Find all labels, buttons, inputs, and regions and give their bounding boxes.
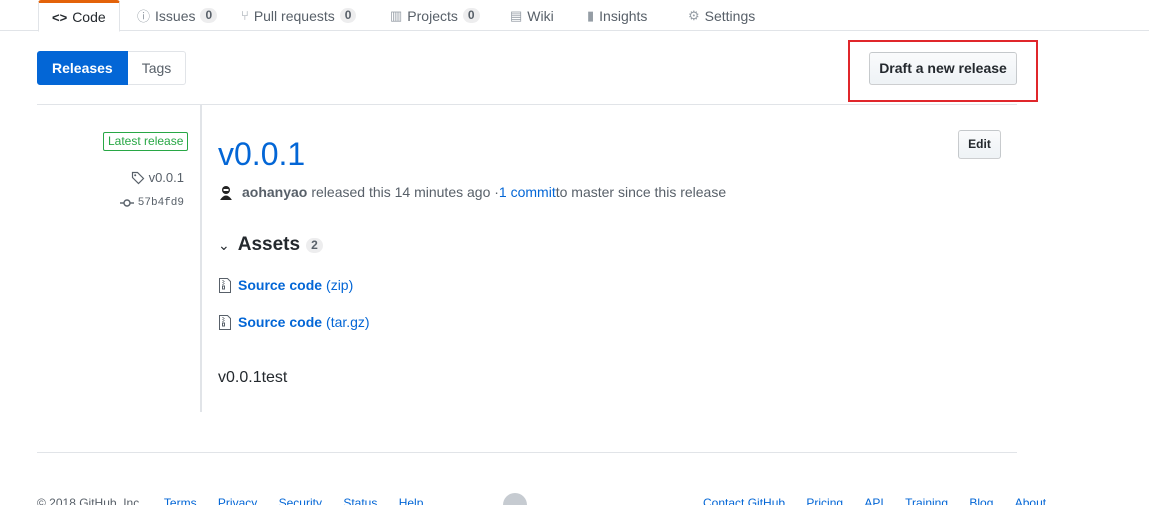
footer-link-pricing[interactable]: Pricing xyxy=(806,496,843,505)
footer-link-security[interactable]: Security xyxy=(279,496,322,505)
tab-issues[interactable]: ⓘ Issues 0 xyxy=(137,0,218,31)
file-zip-icon xyxy=(219,277,231,293)
book-icon: ▤ xyxy=(510,7,523,23)
commits-link[interactable]: 1 commit xyxy=(499,184,556,200)
tab-insights[interactable]: ▮ Insights xyxy=(587,0,647,31)
projects-counter: 0 xyxy=(462,8,480,23)
release-tag[interactable]: v0.0.1 xyxy=(131,170,184,185)
asset-source-zip[interactable]: Source code (zip) xyxy=(219,277,353,293)
tab-code[interactable]: <> Code xyxy=(38,0,120,32)
issues-counter: 0 xyxy=(200,8,218,23)
assets-toggle[interactable]: ⌄ Assets 2 xyxy=(218,234,323,256)
footer-link-api[interactable]: API xyxy=(864,496,883,505)
release-title[interactable]: v0.0.1 xyxy=(218,136,305,173)
file-zip-icon xyxy=(219,314,231,330)
releases-tab[interactable]: Releases xyxy=(37,51,128,85)
project-icon: ▥ xyxy=(390,7,403,23)
footer-left: © 2018 GitHub, Inc. Terms Privacy Securi… xyxy=(37,496,423,505)
latest-release-label: Latest release xyxy=(103,132,189,151)
pull-requests-counter: 0 xyxy=(339,8,357,23)
tag-icon xyxy=(131,171,144,184)
tab-pull-requests[interactable]: ⑂ Pull requests 0 xyxy=(241,0,357,31)
pull-request-icon: ⑂ xyxy=(241,8,249,23)
footer-link-contact[interactable]: Contact GitHub xyxy=(703,496,785,505)
footer-divider xyxy=(37,452,1017,453)
footer-link-privacy[interactable]: Privacy xyxy=(218,496,257,505)
copyright: © 2018 GitHub, Inc. xyxy=(37,496,143,505)
gear-icon: ⚙ xyxy=(688,7,700,23)
release-notes: v0.0.1test xyxy=(218,369,288,386)
footer-right: Contact GitHub Pricing API Training Blog… xyxy=(703,496,1046,505)
release-byline: aohanyao released this 14 minutes ago · … xyxy=(218,184,726,200)
tab-settings[interactable]: ⚙ Settings xyxy=(688,0,755,31)
edit-button[interactable]: Edit xyxy=(958,130,1001,159)
chevron-down-icon: ⌄ xyxy=(218,236,230,253)
tab-projects[interactable]: ▥ Projects 0 xyxy=(390,0,480,31)
footer-link-status[interactable]: Status xyxy=(343,496,377,505)
github-logo-icon[interactable] xyxy=(503,493,527,505)
code-icon: <> xyxy=(52,9,68,25)
assets-counter: 2 xyxy=(306,237,323,253)
repo-nav: <> Code ⓘ Issues 0 ⑂ Pull requests 0 ▥ P… xyxy=(0,0,1149,32)
footer-link-terms[interactable]: Terms xyxy=(164,496,197,505)
releases-subnav: Releases Tags xyxy=(37,51,187,85)
release-commit[interactable]: 57b4fd9 xyxy=(119,196,184,210)
tags-tab[interactable]: Tags xyxy=(127,51,187,85)
footer-link-blog[interactable]: Blog xyxy=(969,496,993,505)
footer-link-training[interactable]: Training xyxy=(905,496,948,505)
commit-icon xyxy=(119,199,134,207)
highlight-annotation xyxy=(848,40,1038,102)
avatar[interactable] xyxy=(218,184,234,200)
graph-icon: ▮ xyxy=(587,7,595,23)
asset-source-targz[interactable]: Source code (tar.gz) xyxy=(219,314,370,330)
tab-wiki[interactable]: ▤ Wiki xyxy=(510,0,554,31)
footer-link-about[interactable]: About xyxy=(1015,496,1046,505)
divider xyxy=(37,104,1017,105)
release-timeline-line xyxy=(200,105,202,412)
issue-icon: ⓘ xyxy=(137,9,151,24)
footer-link-help[interactable]: Help xyxy=(399,496,424,505)
author-link[interactable]: aohanyao xyxy=(242,184,307,200)
